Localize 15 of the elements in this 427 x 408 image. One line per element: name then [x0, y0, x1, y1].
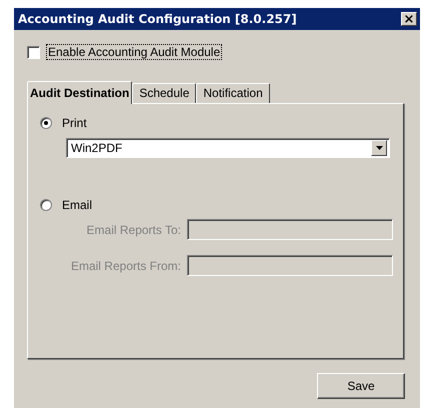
window-title: Accounting Audit Configuration [8.0.257]	[18, 12, 297, 26]
field-label: Email Reports From:	[70, 258, 181, 272]
tab[interactable]: Audit Destination	[27, 81, 132, 104]
checkbox-label[interactable]: Enable Accounting Audit Module	[46, 44, 222, 60]
print-label: Print	[62, 116, 87, 130]
field-label: Email Reports To:	[86, 222, 181, 236]
save-button[interactable]: Save	[317, 373, 405, 399]
email-radio[interactable]	[40, 199, 52, 211]
print-radio[interactable]	[40, 117, 52, 129]
printer-dropdown[interactable]: Win2PDF	[66, 138, 390, 158]
close-button[interactable]: ×	[401, 12, 417, 26]
enable-checkbox[interactable]	[27, 46, 40, 58]
email-label: Email	[62, 198, 92, 212]
tab[interactable]: Notification	[196, 83, 270, 103]
tab[interactable]: Schedule	[132, 83, 196, 103]
